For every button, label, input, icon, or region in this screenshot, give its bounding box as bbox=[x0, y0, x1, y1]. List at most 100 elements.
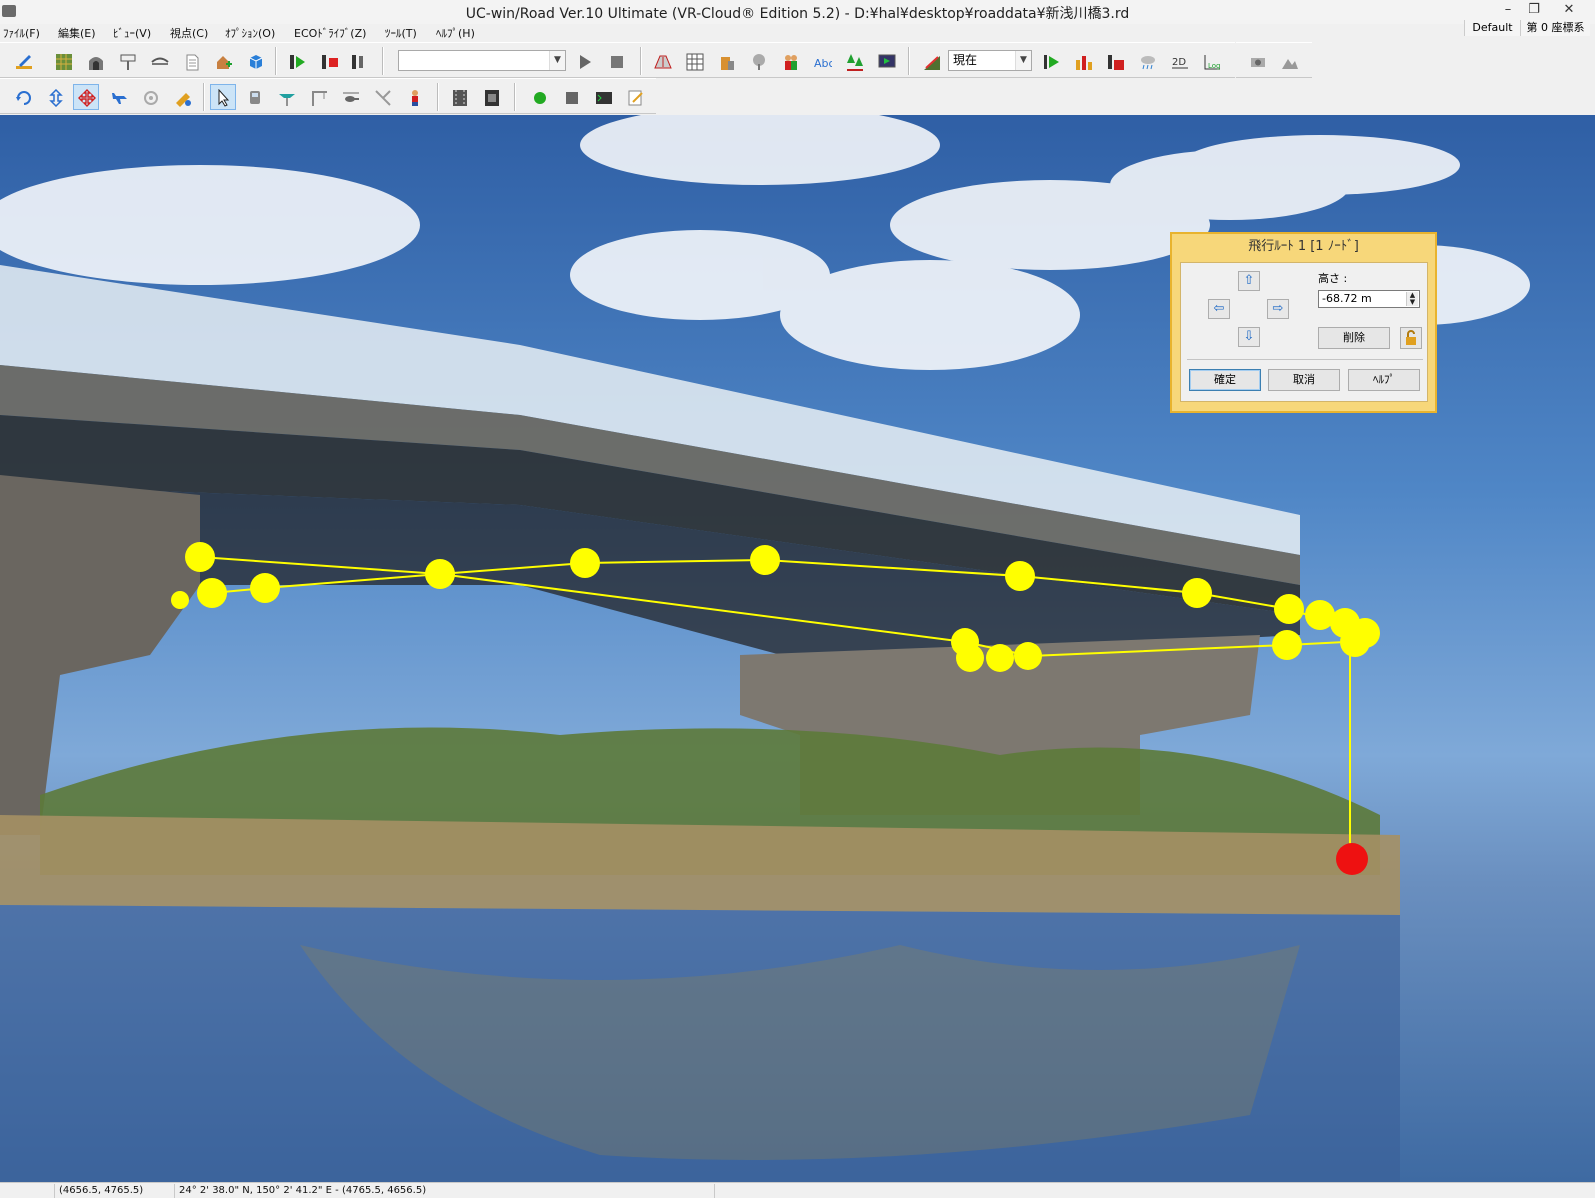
terrain-button[interactable] bbox=[50, 48, 76, 74]
model-button[interactable] bbox=[242, 48, 268, 74]
scenario-combo[interactable]: ▼ bbox=[398, 50, 566, 71]
document-icon bbox=[186, 54, 199, 71]
route-node[interactable] bbox=[197, 578, 227, 608]
move-up-button[interactable]: ⇧ bbox=[1238, 271, 1260, 291]
arrow-left-icon: ⇦ bbox=[1213, 301, 1225, 316]
bar-chart-button[interactable] bbox=[1070, 48, 1096, 74]
fly-plane-button[interactable] bbox=[105, 84, 131, 110]
house-add-button[interactable] bbox=[210, 48, 236, 74]
height-spinner[interactable]: ▲ ▼ bbox=[1406, 292, 1418, 306]
menu-tools[interactable]: ﾂｰﾙ(T) bbox=[385, 25, 417, 41]
text-button[interactable]: Abc bbox=[809, 48, 835, 74]
scene-button[interactable] bbox=[1276, 48, 1302, 74]
select-arrow-button[interactable] bbox=[210, 84, 236, 110]
route-node[interactable] bbox=[986, 644, 1014, 672]
menu-viewpoint[interactable]: 視点(C) bbox=[170, 25, 208, 41]
play-button[interactable] bbox=[571, 48, 597, 74]
people-button[interactable] bbox=[777, 48, 803, 74]
coordinate-system-badge[interactable]: 第 0 座標系 bbox=[1520, 20, 1590, 36]
route-start-node[interactable] bbox=[1336, 843, 1368, 875]
route-node[interactable] bbox=[1014, 642, 1042, 670]
menu-help[interactable]: ﾍﾙﾌﾟ(H) bbox=[436, 25, 475, 41]
minimize-button[interactable]: – bbox=[1495, 0, 1521, 20]
tree-model-button[interactable] bbox=[745, 48, 771, 74]
spin-down-icon[interactable]: ▼ bbox=[1410, 298, 1415, 306]
record-button[interactable] bbox=[346, 48, 372, 74]
view-toolbar bbox=[0, 78, 656, 114]
vehicle-button[interactable] bbox=[241, 84, 267, 110]
route-node[interactable] bbox=[1272, 630, 1302, 660]
menu-options[interactable]: ｵﾌﾟｼｮﾝ(O) bbox=[225, 25, 275, 41]
table-button[interactable] bbox=[681, 48, 707, 74]
menu-view[interactable]: ﾋﾞｭｰ(V) bbox=[113, 25, 151, 41]
time-combo[interactable]: 現在 ▼ bbox=[948, 50, 1032, 71]
move-right-button[interactable]: ⇨ bbox=[1267, 299, 1289, 319]
script-button[interactable] bbox=[622, 84, 648, 110]
terminal-button[interactable] bbox=[590, 84, 616, 110]
chevron-down-icon: ▼ bbox=[1015, 51, 1031, 70]
crane-button[interactable] bbox=[305, 84, 331, 110]
menu-file[interactable]: ﾌｧｲﾙ(F) bbox=[3, 25, 40, 41]
helicopter-button[interactable] bbox=[337, 84, 363, 110]
dialog-body: ⇧ ⇦ ⇨ ⇩ 高さ : -68.72 m ▲ ▼ 削除 確定 取消 ﾍﾙﾌﾟ bbox=[1180, 262, 1428, 402]
stop-button[interactable] bbox=[603, 48, 629, 74]
measure-button[interactable] bbox=[169, 84, 195, 110]
camera-button[interactable] bbox=[1244, 48, 1270, 74]
preset-badge[interactable]: Default bbox=[1464, 20, 1520, 36]
ok-button[interactable]: 確定 bbox=[1189, 369, 1261, 391]
route-node[interactable] bbox=[1005, 561, 1035, 591]
sign-button[interactable] bbox=[114, 48, 140, 74]
route-node[interactable] bbox=[1182, 578, 1212, 608]
square-button[interactable] bbox=[558, 84, 584, 110]
screen-button[interactable] bbox=[873, 48, 899, 74]
building-button[interactable] bbox=[713, 48, 739, 74]
route-node[interactable] bbox=[1340, 627, 1370, 657]
route-node[interactable] bbox=[185, 542, 215, 572]
menu-edit[interactable]: 編集(E) bbox=[58, 25, 96, 41]
person-button[interactable] bbox=[401, 84, 427, 110]
restore-button[interactable]: ❐ bbox=[1521, 0, 1547, 20]
route-node[interactable] bbox=[750, 545, 780, 575]
play-green-button[interactable] bbox=[1038, 48, 1064, 74]
rotate-button[interactable] bbox=[10, 84, 36, 110]
3d-viewport[interactable]: 飛行ﾙｰﾄ 1 [1 ﾉｰﾄﾞ] ⇧ ⇦ ⇨ ⇩ 高さ : -68.72 m ▲… bbox=[0, 115, 1595, 1182]
slope-button[interactable] bbox=[918, 48, 944, 74]
flight-route-button[interactable] bbox=[273, 84, 299, 110]
road-edit-button[interactable] bbox=[369, 84, 395, 110]
green-dot-button[interactable] bbox=[526, 84, 552, 110]
document-button[interactable] bbox=[178, 48, 204, 74]
route-node[interactable] bbox=[570, 548, 600, 578]
edit-road-button[interactable] bbox=[10, 48, 36, 74]
stop-scenario-button[interactable] bbox=[316, 48, 342, 74]
move-left-button[interactable]: ⇦ bbox=[1208, 299, 1230, 319]
move-cross-button[interactable] bbox=[73, 84, 99, 110]
play-scenario-button[interactable] bbox=[284, 48, 310, 74]
delete-button[interactable]: 削除 bbox=[1318, 327, 1390, 349]
view-2d-button[interactable]: 2D bbox=[1166, 48, 1192, 74]
menu-eco-drive[interactable]: ECOﾄﾞﾗｲﾌﾞ(Z) bbox=[294, 25, 366, 41]
road-section-button[interactable] bbox=[649, 48, 675, 74]
record-red-button[interactable] bbox=[1102, 48, 1128, 74]
move-down-button[interactable]: ⇩ bbox=[1238, 327, 1260, 347]
help-button[interactable]: ﾍﾙﾌﾟ bbox=[1348, 369, 1420, 391]
route-node[interactable] bbox=[956, 644, 984, 672]
film-dark-button[interactable] bbox=[478, 84, 504, 110]
bar-chart-icon bbox=[1076, 56, 1092, 70]
tunnel-button[interactable] bbox=[82, 48, 108, 74]
height-field[interactable]: -68.72 m ▲ ▼ bbox=[1318, 290, 1420, 308]
close-button[interactable]: ✕ bbox=[1549, 0, 1589, 20]
cancel-button[interactable]: 取消 bbox=[1268, 369, 1340, 391]
bridge-button[interactable] bbox=[146, 48, 172, 74]
route-node[interactable] bbox=[425, 559, 455, 589]
film-button[interactable] bbox=[446, 84, 472, 110]
updown-button[interactable] bbox=[42, 84, 68, 110]
log-button[interactable]: Log bbox=[1198, 48, 1224, 74]
lock-button[interactable] bbox=[1400, 327, 1422, 349]
route-node[interactable] bbox=[1274, 594, 1304, 624]
route-node[interactable] bbox=[171, 591, 189, 609]
arrow-up-icon: ⇧ bbox=[1243, 273, 1255, 288]
weather-button[interactable] bbox=[1134, 48, 1160, 74]
orbit-button[interactable] bbox=[137, 84, 163, 110]
route-node[interactable] bbox=[250, 573, 280, 603]
forest-button[interactable] bbox=[841, 48, 867, 74]
